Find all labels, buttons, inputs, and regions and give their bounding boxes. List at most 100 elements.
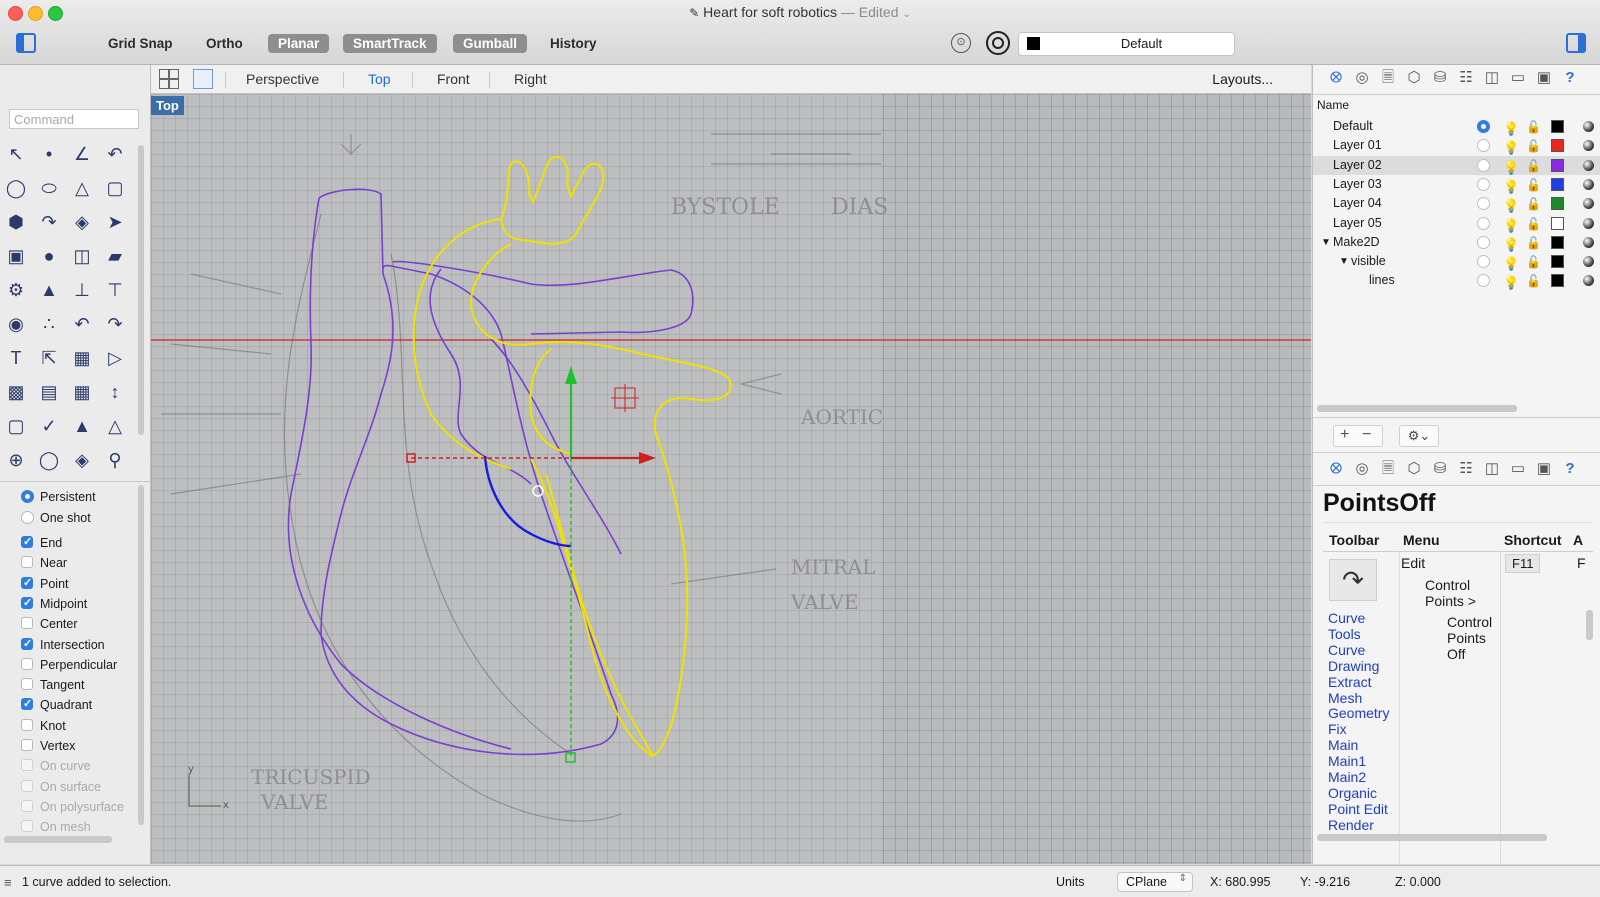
help-icon[interactable]: ? <box>1561 461 1579 477</box>
cplane-dropdown[interactable]: CPlane ⇕ <box>1117 872 1193 892</box>
osnap-scrollbar[interactable] <box>138 485 144 825</box>
lock-icon[interactable]: 🔓 <box>1526 253 1541 272</box>
lock-icon[interactable]: 🔓 <box>1526 195 1541 214</box>
toolbar-link[interactable]: Geometry <box>1328 705 1389 721</box>
points-tool-icon[interactable]: ∴ <box>36 311 62 337</box>
left-horizontal-scrollbar[interactable] <box>4 836 112 843</box>
tab-perspective[interactable]: Perspective <box>246 71 319 87</box>
layer-color-swatch[interactable] <box>1551 197 1564 211</box>
display-icon[interactable]: ☷ <box>1457 461 1475 477</box>
four-viewports-icon[interactable] <box>159 69 179 89</box>
arc-tool-icon[interactable]: ⬢ <box>3 209 29 235</box>
help-horizontal-scrollbar[interactable] <box>1317 834 1547 841</box>
current-layer-radio[interactable] <box>1477 139 1490 153</box>
toolbar-link[interactable]: Render <box>1328 817 1374 833</box>
grid-tool-icon[interactable]: ▦ <box>69 379 95 405</box>
layer-horizontal-scrollbar[interactable] <box>1317 405 1517 412</box>
notes-icon[interactable]: 🗏 <box>1379 70 1397 86</box>
offset-tool-icon[interactable]: ↷ <box>102 311 128 337</box>
toolbar-link[interactable]: Main1 <box>1328 753 1366 769</box>
toolbar-link[interactable]: Organic <box>1328 785 1377 801</box>
lightbulb-icon[interactable]: 💡 <box>1503 138 1519 157</box>
lightbulb-icon[interactable]: 💡 <box>1503 273 1519 292</box>
remove-layer-icon[interactable]: − <box>1362 426 1371 444</box>
top-viewport[interactable]: BYSTOLE DIAS AORTIC MITRAL VALVE TRICUSP… <box>151 94 1311 864</box>
light-tool-icon[interactable]: △ <box>102 413 128 439</box>
single-viewport-icon[interactable] <box>193 69 213 89</box>
curve-from-tool-icon[interactable]: ↶ <box>69 311 95 337</box>
toolbar-link[interactable]: Tools <box>1328 626 1361 642</box>
solid-tools-tool-icon[interactable]: ⚙ <box>3 277 29 303</box>
toggle-right-sidebar-icon[interactable] <box>1566 33 1586 53</box>
layer-row[interactable]: Layer 02 💡 🔓 <box>1313 155 1600 176</box>
toolbar-link[interactable]: Drawing <box>1328 658 1379 674</box>
layers-icon[interactable]: ⭙ <box>1327 70 1345 86</box>
layer-row[interactable]: Default 💡 🔓 <box>1313 117 1600 136</box>
toolbar-link[interactable]: Fix <box>1328 721 1347 737</box>
layer-row[interactable]: lines 💡 🔓 <box>1313 271 1600 290</box>
grid-snap-toggle[interactable]: Grid Snap <box>98 34 183 53</box>
history-toggle[interactable]: History <box>540 34 607 53</box>
current-layer-radio[interactable] <box>1477 235 1490 249</box>
toolbar-link[interactable]: Main2 <box>1328 769 1366 785</box>
lock-icon[interactable]: 🔓 <box>1526 215 1541 234</box>
toolbar-link[interactable]: Curve <box>1328 642 1365 658</box>
toolbar-link[interactable]: Extract <box>1328 674 1372 690</box>
lightbulb-icon[interactable]: 💡 <box>1503 235 1519 254</box>
smarttrack-toggle[interactable]: SmartTrack <box>343 34 437 53</box>
cylinder-tool-icon[interactable]: ◫ <box>69 243 95 269</box>
target-icon[interactable] <box>986 31 1010 55</box>
expand-triangle-icon[interactable]: ▼ <box>1321 233 1331 252</box>
material-icon[interactable] <box>1583 121 1594 132</box>
layer-row[interactable]: Layer 05 💡 🔓 <box>1313 214 1600 233</box>
material-icon[interactable] <box>1583 198 1594 210</box>
plane-tool-icon[interactable]: ▰ <box>102 243 128 269</box>
lightbulb-icon[interactable]: 💡 <box>1503 196 1519 215</box>
group-tool-icon[interactable]: ◉ <box>3 311 29 337</box>
gumball-toggle[interactable]: Gumball <box>453 34 528 53</box>
material-icon[interactable] <box>1583 140 1594 152</box>
materials-icon[interactable]: ◎ <box>1353 461 1371 477</box>
layer-color-swatch[interactable] <box>1551 274 1564 288</box>
layer-row[interactable]: Layer 03 💡 🔓 <box>1313 175 1600 194</box>
polyline-tool-icon[interactable]: ∠ <box>69 141 95 167</box>
tab-right[interactable]: Right <box>514 71 547 87</box>
object-icon[interactable]: ◫ <box>1483 461 1501 477</box>
box-tool-icon[interactable]: ▣ <box>3 243 29 269</box>
toolbar-link[interactable]: Mesh <box>1328 690 1362 706</box>
layers-icon[interactable]: ⭙ <box>1327 461 1345 477</box>
display-icon[interactable]: ☷ <box>1457 70 1475 86</box>
add-layer-icon[interactable]: + <box>1340 426 1349 444</box>
lock-icon[interactable]: 🔓 <box>1526 157 1541 176</box>
layer-color-swatch[interactable] <box>1551 216 1564 230</box>
toggle-left-sidebar-icon[interactable] <box>16 33 36 53</box>
toolbar-link[interactable]: Main <box>1328 737 1358 753</box>
gumball-tool-icon[interactable]: ↕ <box>102 379 128 405</box>
fillet-tool-icon[interactable]: ↷ <box>36 209 62 235</box>
sphere-tool-icon[interactable]: ● <box>36 243 62 269</box>
material-icon[interactable] <box>1583 217 1594 229</box>
current-layer-radio[interactable] <box>1477 255 1490 269</box>
current-layer-dropdown[interactable]: Default <box>1018 32 1235 56</box>
material-icon[interactable] <box>1583 256 1594 268</box>
layer-color-swatch[interactable] <box>1551 120 1564 133</box>
current-layer-radio[interactable] <box>1477 120 1490 133</box>
layer-row[interactable]: ▼ visible 💡 🔓 <box>1313 252 1600 271</box>
dimension-tool-icon[interactable]: ▷ <box>102 345 128 371</box>
current-layer-radio[interactable] <box>1477 177 1490 191</box>
block-tool-icon[interactable]: ▩ <box>3 379 29 405</box>
planar-toggle[interactable]: Planar <box>268 34 330 53</box>
viewport-canvas[interactable]: BYSTOLE DIAS AORTIC MITRAL VALVE TRICUSP… <box>151 94 1311 864</box>
tab-top[interactable]: Top <box>368 71 391 87</box>
trim-tool-icon[interactable]: ⊥ <box>69 277 95 303</box>
material-icon[interactable] <box>1583 236 1594 248</box>
material-icon[interactable] <box>1583 159 1594 171</box>
curve-tool-icon[interactable]: ↶ <box>102 141 128 167</box>
surface-tool-icon[interactable]: ◈ <box>69 209 95 235</box>
lock-icon[interactable]: 🔓 <box>1526 272 1541 291</box>
properties-icon[interactable]: ⬡ <box>1405 70 1423 86</box>
zoom-window-tool-icon[interactable]: ◯ <box>36 447 62 473</box>
mesh-tool-icon[interactable]: ▢ <box>3 413 29 439</box>
properties-icon[interactable]: ⬡ <box>1405 461 1423 477</box>
camera-icon[interactable]: ⛁ <box>1431 461 1449 477</box>
